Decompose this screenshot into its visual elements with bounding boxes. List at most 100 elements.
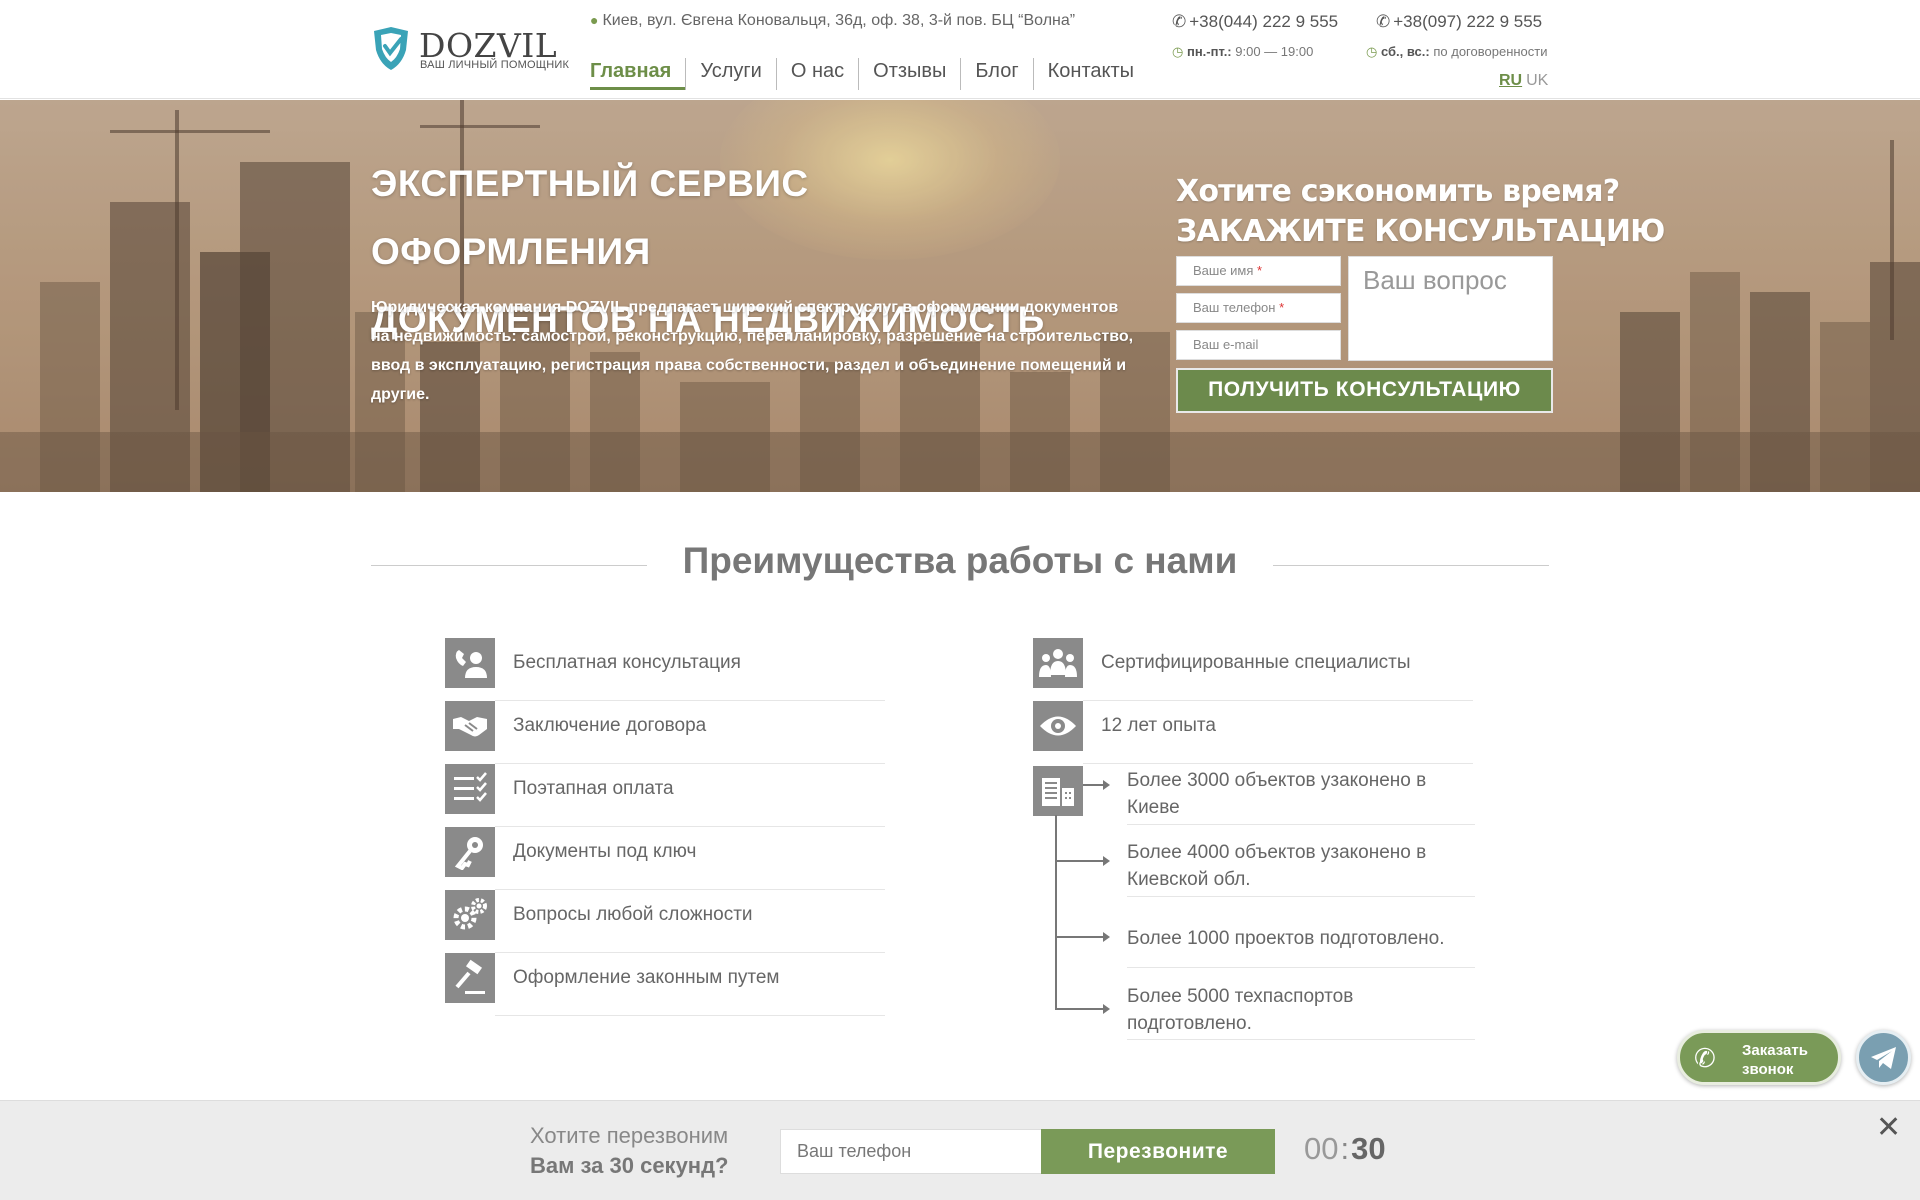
- site-header: DOZVIL ВАШ ЛИЧНЫЙ ПОМОЩНИК ● Киев, вул. Є…: [0, 0, 1920, 99]
- required-mark: *: [1279, 300, 1285, 315]
- advantage-label: Бесплатная консультация: [513, 652, 741, 673]
- nav-item-reviews[interactable]: Отзывы: [858, 58, 960, 90]
- timer-separator: :: [1340, 1131, 1350, 1166]
- telegram-button[interactable]: [1856, 1030, 1911, 1085]
- get-consultation-button[interactable]: ПОЛУЧИТЬ КОНСУЛЬТАЦИЮ: [1176, 368, 1553, 413]
- main-nav: Главная Услуги О нас Отзывы Блог Контакт…: [590, 58, 1148, 90]
- advantage-label: Сертифицированные специалисты: [1101, 652, 1411, 673]
- advantage-label: 12 лет опыта: [1101, 715, 1216, 736]
- address-text: Киев, вул. Євгена Коновальця, 36д, оф. 3…: [602, 12, 1076, 29]
- advantage-label: Оформление законным путем: [513, 967, 780, 988]
- callback-question-line-1: Хотите перезвоним: [530, 1123, 729, 1148]
- key-icon: [445, 827, 495, 877]
- lang-uk[interactable]: UK: [1526, 72, 1548, 89]
- telegram-icon: [1871, 1047, 1896, 1069]
- lang-ru[interactable]: RU: [1499, 72, 1522, 89]
- question-textarea[interactable]: Ваш вопрос: [1348, 256, 1553, 361]
- logo[interactable]: DOZVIL ВАШ ЛИЧНЫЙ ПОМОЩНИК: [371, 24, 569, 74]
- required-mark: *: [1257, 263, 1263, 278]
- advantage-item: Вопросы любой сложности: [445, 890, 885, 953]
- weekend-hours: ◷ сб., вс.: по договоренности: [1366, 44, 1548, 60]
- name-field[interactable]: Ваше имя *: [1176, 256, 1341, 286]
- stats-block: [1033, 766, 1093, 816]
- stat-item: Более 1000 проектов подготовлено.: [1127, 928, 1445, 949]
- nav-item-blog[interactable]: Блог: [960, 58, 1032, 90]
- email-field[interactable]: Ваш e-mail: [1176, 330, 1341, 360]
- checklist-icon: [445, 764, 495, 814]
- advantage-item: Сертифицированные специалисты: [1033, 638, 1473, 701]
- advantage-label: Поэтапная оплата: [513, 778, 674, 799]
- stat-item: Более 3000 объектов узаконено в Киеве: [1127, 770, 1427, 818]
- stats-tree-branch: [1055, 860, 1103, 862]
- stats-tree-trunk: [1055, 815, 1057, 1010]
- phone-icon: ✆: [1694, 1043, 1716, 1073]
- advantage-item: Документы под ключ: [445, 827, 885, 890]
- form-title-line-2: ЗАКАЖИТЕ КОНСУЛЬТАЦИЮ: [1176, 214, 1665, 249]
- phone-1-number: +38(044) 222 9 555: [1189, 12, 1339, 31]
- order-call-label: Заказать звонок: [1742, 1041, 1808, 1079]
- weekend-value: по договоренности: [1433, 44, 1548, 59]
- eye-icon: [1033, 701, 1083, 751]
- arrow-right-icon: [1103, 1004, 1110, 1014]
- order-call-line-2: звонок: [1742, 1061, 1794, 1078]
- weekday-hours: ◷ пн.-пт.: 9:00 — 19:00: [1172, 44, 1313, 60]
- map-pin-icon: ●: [590, 12, 599, 28]
- callback-button[interactable]: Перезвоните: [1041, 1129, 1275, 1174]
- arrow-right-icon: [1103, 932, 1110, 942]
- handshake-icon: [445, 701, 495, 751]
- people-icon: [1033, 638, 1083, 688]
- weekday-value: 9:00 — 19:00: [1235, 44, 1314, 59]
- logo-tagline: ВАШ ЛИЧНЫЙ ПОМОЩНИК: [420, 59, 570, 71]
- phone-2[interactable]: ✆ +38(097) 222 9 555: [1376, 12, 1542, 32]
- phone-icon: ✆: [1172, 12, 1187, 31]
- consultation-icon: [445, 638, 495, 688]
- timer-minutes: 00: [1304, 1131, 1339, 1166]
- callback-phone-placeholder: Ваш телефон: [797, 1141, 912, 1161]
- clock-icon: ◷: [1366, 44, 1378, 59]
- gavel-icon: [445, 953, 495, 1003]
- language-switcher: RU UK: [1499, 72, 1548, 90]
- clock-icon: ◷: [1172, 44, 1184, 59]
- hero-section: ЭКСПЕРТНЫЙ СЕРВИС ОФОРМЛЕНИЯ ДОКУМЕНТОВ …: [0, 100, 1920, 492]
- hero-description: Юридическая компания DOZVIL предлагает ш…: [371, 299, 1134, 403]
- advantage-item: Бесплатная консультация: [445, 638, 885, 701]
- gears-icon: [445, 890, 495, 940]
- phone-2-number: +38(097) 222 9 555: [1393, 12, 1543, 31]
- stats-tree-branch: [1055, 936, 1103, 938]
- phone-icon: ✆: [1376, 12, 1391, 31]
- advantage-item: Оформление законным путем: [445, 953, 885, 1016]
- email-placeholder: Ваш e-mail: [1193, 337, 1259, 352]
- nav-item-services[interactable]: Услуги: [685, 58, 776, 90]
- name-placeholder: Ваше имя: [1193, 263, 1254, 278]
- nav-item-home[interactable]: Главная: [590, 58, 686, 90]
- stat-item: Более 4000 объектов узаконено в Киевской…: [1127, 842, 1427, 890]
- weekday-label: пн.-пт.:: [1186, 44, 1232, 59]
- callback-bar: Хотите перезвоним Вам за 30 секунд? Ваш …: [0, 1100, 1920, 1200]
- title-divider-right: [1273, 565, 1549, 566]
- close-icon[interactable]: ✕: [1876, 1113, 1901, 1143]
- title-divider-left: [371, 565, 647, 566]
- stat-item: Более 5000 техпаспортов подготовлено.: [1127, 986, 1354, 1034]
- advantage-label: Документы под ключ: [513, 841, 697, 862]
- advantage-item: 12 лет опыта: [1033, 701, 1473, 764]
- timer-seconds: 30: [1351, 1131, 1386, 1166]
- advantage-label: Вопросы любой сложности: [513, 904, 753, 925]
- stats-tree-branch: [1055, 1008, 1103, 1010]
- hero-title-line-1: ЭКСПЕРТНЫЙ СЕРВИС ОФОРМЛЕНИЯ: [371, 163, 809, 272]
- callback-phone-input[interactable]: Ваш телефон: [780, 1129, 1042, 1174]
- nav-item-about[interactable]: О нас: [775, 58, 858, 90]
- phone-field[interactable]: Ваш телефон *: [1176, 293, 1341, 323]
- phone-placeholder: Ваш телефон: [1193, 300, 1276, 315]
- phone-1[interactable]: ✆ +38(044) 222 9 555: [1172, 12, 1338, 32]
- callback-question-line-2: Вам за 30 секунд?: [530, 1153, 729, 1178]
- advantage-item: Поэтапная оплата: [445, 764, 885, 827]
- form-title-line-1: Хотите сэкономить время?: [1176, 174, 1620, 209]
- advantage-item: Заключение договора: [445, 701, 885, 764]
- advantages-title: Преимущества работы с нами: [658, 540, 1262, 582]
- arrow-right-icon: [1103, 780, 1110, 790]
- advantage-label: Заключение договора: [513, 715, 707, 736]
- nav-item-contacts[interactable]: Контакты: [1032, 58, 1148, 90]
- order-call-button[interactable]: ✆ Заказать звонок: [1677, 1030, 1841, 1085]
- office-address: ● Киев, вул. Євгена Коновальця, 36д, оф. …: [590, 12, 1075, 30]
- stats-tree-branch: [1083, 784, 1103, 786]
